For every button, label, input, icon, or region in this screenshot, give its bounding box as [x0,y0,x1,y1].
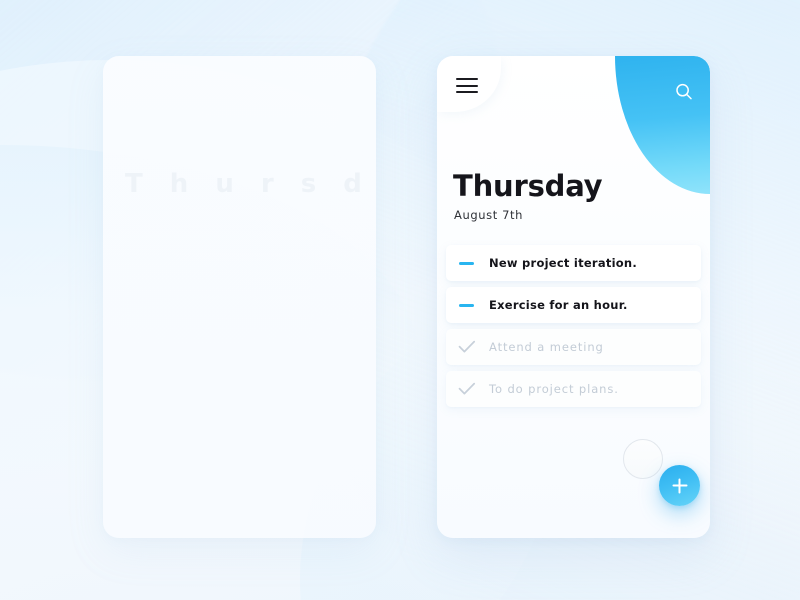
page-title: Thursday [453,169,603,203]
ghost-card: T h u r s d [103,56,376,538]
app-canvas: T h u r s d Thursday August 7th New proj… [0,0,800,600]
search-icon[interactable] [674,82,694,102]
task-label: Attend a meeting [489,340,604,354]
check-icon [458,339,478,355]
task-label: Exercise for an hour. [489,298,628,312]
task-row[interactable]: Attend a meeting [446,329,701,365]
menu-bar-1 [456,78,478,80]
dash-icon [458,297,478,313]
task-list: New project iteration. Exercise for an h… [446,245,701,413]
page-date: August 7th [454,208,524,222]
check-icon [458,381,478,397]
secondary-action-button[interactable] [623,439,663,479]
menu-bar-3 [456,91,478,93]
plus-icon [672,478,687,493]
add-task-button[interactable] [659,465,700,506]
task-row[interactable]: New project iteration. [446,245,701,281]
task-row[interactable]: To do project plans. [446,371,701,407]
phone-card: Thursday August 7th New project iteratio… [437,56,710,538]
task-label: To do project plans. [489,382,619,396]
header-blue-blob [615,56,710,194]
hamburger-menu-icon[interactable] [456,78,478,93]
task-label: New project iteration. [489,256,637,270]
ghost-card-title: T h u r s d [125,169,371,199]
dash-icon [458,255,478,271]
task-row[interactable]: Exercise for an hour. [446,287,701,323]
menu-bar-2 [456,84,478,87]
